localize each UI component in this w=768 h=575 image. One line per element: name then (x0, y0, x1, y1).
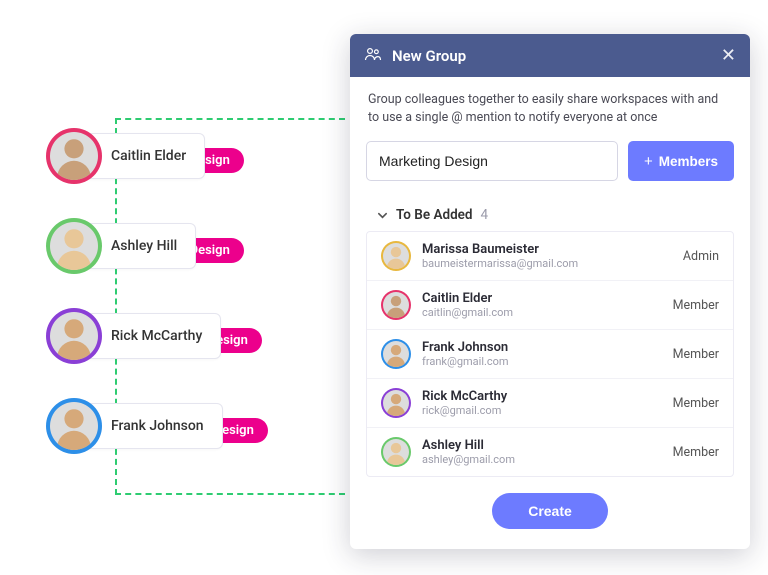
person-card: Frank Johnson (46, 398, 223, 454)
member-role: Member (673, 298, 719, 313)
close-icon[interactable]: ✕ (721, 45, 736, 66)
person-name: Frank Johnson (82, 403, 223, 449)
member-role: Member (673, 445, 719, 460)
member-email: baumeistermarissa@gmail.com (422, 257, 672, 270)
avatar (46, 218, 102, 274)
member-role: Member (673, 396, 719, 411)
member-role: Member (673, 347, 719, 362)
avatar (381, 388, 411, 418)
member-name: Rick McCarthy (422, 389, 662, 405)
input-row: + Members (366, 141, 734, 181)
member-email: rick@gmail.com (422, 404, 662, 417)
avatar (381, 339, 411, 369)
avatar (381, 290, 411, 320)
member-name: Marissa Baumeister (422, 242, 672, 258)
modal-title: New Group (392, 47, 711, 65)
add-members-button[interactable]: + Members (628, 141, 734, 181)
person-card: Ashley Hill (46, 218, 196, 274)
member-list: Marissa Baumeister baumeistermarissa@gma… (366, 231, 734, 477)
members-button-label: Members (659, 154, 718, 169)
member-name: Ashley Hill (422, 438, 662, 454)
help-text: Group colleagues together to easily shar… (366, 91, 734, 127)
member-row[interactable]: Marissa Baumeister baumeistermarissa@gma… (367, 232, 733, 281)
connector-line-top (115, 118, 345, 120)
member-name: Caitlin Elder (422, 291, 662, 307)
member-name: Frank Johnson (422, 340, 662, 356)
group-icon (364, 46, 382, 65)
new-group-modal: New Group ✕ Group colleagues together to… (350, 34, 750, 549)
person-card: Caitlin Elder (46, 128, 205, 184)
section-count: 4 (481, 207, 489, 223)
member-email: frank@gmail.com (422, 355, 662, 368)
person-name: Rick McCarthy (82, 313, 221, 359)
avatar (46, 308, 102, 364)
member-email: ashley@gmail.com (422, 453, 662, 466)
avatar (381, 241, 411, 271)
avatar (46, 128, 102, 184)
chevron-down-icon (376, 209, 388, 221)
member-row[interactable]: Frank Johnson frank@gmail.com Member (367, 330, 733, 379)
plus-icon: + (644, 153, 653, 170)
member-email: caitlin@gmail.com (422, 306, 662, 319)
person-card: Rick McCarthy (46, 308, 221, 364)
member-row[interactable]: Ashley Hill ashley@gmail.com Member (367, 428, 733, 476)
member-role: Admin (683, 249, 719, 264)
create-button[interactable]: Create (492, 493, 608, 529)
member-row[interactable]: Rick McCarthy rick@gmail.com Member (367, 379, 733, 428)
modal-header: New Group ✕ (350, 34, 750, 77)
avatar (46, 398, 102, 454)
member-row[interactable]: Caitlin Elder caitlin@gmail.com Member (367, 281, 733, 330)
avatar (381, 437, 411, 467)
modal-body: Group colleagues together to easily shar… (350, 77, 750, 549)
section-label: To Be Added (396, 207, 473, 223)
to-be-added-header[interactable]: To Be Added 4 (366, 199, 734, 231)
group-name-input[interactable] (366, 141, 618, 181)
